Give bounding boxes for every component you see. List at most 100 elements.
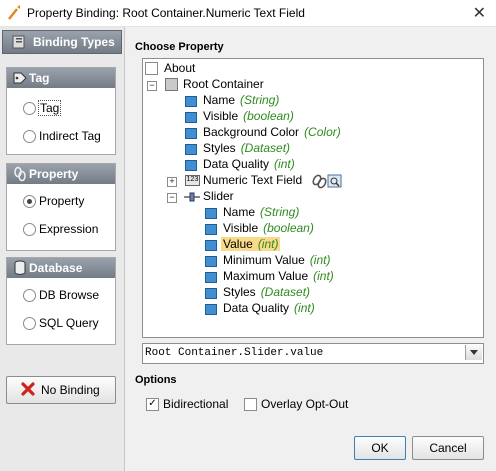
checkbox-checked-icon[interactable]: ✓ bbox=[146, 398, 159, 411]
property-icon bbox=[185, 160, 197, 171]
radio-tag-label: Tag bbox=[38, 100, 62, 116]
property-icon bbox=[205, 240, 217, 251]
binding-types-label: Binding Types bbox=[33, 35, 115, 49]
ok-button[interactable]: OK bbox=[354, 436, 406, 460]
chevron-down-icon[interactable] bbox=[465, 345, 482, 360]
overlay-opt-out-label: Overlay Opt-Out bbox=[261, 397, 349, 411]
red-x-icon bbox=[21, 382, 35, 396]
window-title: Property Binding: Root Container.Numeric… bbox=[27, 6, 305, 20]
root-prop-type: (boolean) bbox=[243, 109, 294, 123]
property-icon bbox=[185, 112, 197, 123]
radio-db-browse-circle[interactable] bbox=[23, 289, 36, 302]
slider-prop-name: Name bbox=[223, 205, 256, 219]
database-icon bbox=[14, 260, 26, 275]
about-page-icon bbox=[145, 62, 158, 75]
slider-prop-name: Styles bbox=[223, 285, 256, 299]
slider-prop-type: (int) bbox=[294, 301, 315, 315]
tree-item-numeric-text-field[interactable]: + 123 Numeric Text Field bbox=[165, 173, 385, 189]
radio-expression-label: Expression bbox=[39, 222, 99, 236]
property-icon bbox=[185, 96, 197, 107]
numeric-text-field-label: Numeric Text Field bbox=[203, 173, 303, 187]
root-container-label: Root Container bbox=[183, 77, 264, 91]
root-collapse-icon[interactable]: − bbox=[147, 81, 157, 91]
no-binding-button[interactable]: No Binding bbox=[6, 376, 116, 404]
radio-property-circle[interactable] bbox=[23, 195, 36, 208]
about-label: About bbox=[164, 61, 196, 75]
choose-property-heading: Choose Property bbox=[135, 41, 224, 53]
radio-expression-circle[interactable] bbox=[23, 223, 36, 236]
slider-prop-name: Value bbox=[223, 237, 253, 251]
binding-link-icon bbox=[312, 174, 342, 189]
radio-indirect-tag-circle[interactable] bbox=[23, 130, 36, 143]
property-icon bbox=[205, 272, 217, 283]
slider-prop-type: (String) bbox=[260, 205, 300, 219]
property-path-value: Root Container.Slider.value bbox=[145, 347, 324, 359]
database-group-title: Database bbox=[29, 261, 83, 275]
radio-sql-query-label: SQL Query bbox=[39, 316, 99, 330]
slider-prop-type: (Dataset) bbox=[260, 285, 311, 299]
slider-prop-name: Minimum Value bbox=[223, 253, 305, 267]
cancel-button[interactable]: Cancel bbox=[412, 436, 484, 460]
root-prop-type: (String) bbox=[240, 93, 280, 107]
tree-item-slider[interactable]: − Slider bbox=[165, 189, 315, 205]
slider-prop-name: Data Quality bbox=[223, 301, 290, 315]
property-group: Property Property Expression bbox=[6, 163, 116, 251]
root-prop-type: (Color) bbox=[304, 125, 341, 139]
property-group-header: Property bbox=[7, 164, 115, 184]
binding-types-header: Binding Types bbox=[2, 30, 122, 54]
root-prop-type: (Dataset) bbox=[240, 141, 291, 155]
radio-indirect-tag-label: Indirect Tag bbox=[39, 129, 101, 143]
tag-icon bbox=[13, 72, 27, 84]
root-prop-name: Background Color bbox=[203, 125, 300, 139]
property-path-dropdown[interactable]: Root Container.Slider.value bbox=[142, 343, 484, 364]
radio-sql-query-circle[interactable] bbox=[23, 317, 36, 330]
radio-property-label: Property bbox=[39, 194, 85, 208]
radio-tag-circle[interactable] bbox=[23, 102, 36, 115]
tree-item-root-container[interactable]: − Root Container bbox=[145, 77, 345, 93]
cancel-label: Cancel bbox=[429, 441, 467, 455]
slider-prop-type: (int) bbox=[313, 269, 334, 283]
property-tree[interactable]: About − Root Container Name (String) Visi… bbox=[142, 58, 484, 338]
slider-prop-type: (int) bbox=[257, 237, 279, 251]
binding-types-icon bbox=[12, 35, 25, 49]
title-bar: Property Binding: Root Container.Numeric… bbox=[0, 0, 496, 27]
tag-group: Tag Tag Indirect Tag bbox=[6, 67, 116, 155]
root-prop-name: Data Quality bbox=[203, 157, 270, 171]
expand-icon[interactable]: + bbox=[167, 177, 177, 187]
property-icon bbox=[185, 144, 197, 155]
tag-group-title: Tag bbox=[29, 71, 50, 85]
root-prop-name: Name bbox=[203, 93, 236, 107]
slider-component-icon bbox=[184, 192, 200, 202]
slider-prop-type: (boolean) bbox=[263, 221, 314, 235]
ok-label: OK bbox=[371, 441, 389, 455]
container-icon bbox=[165, 78, 178, 91]
binding-types-sidebar: Binding Types Tag Tag Indirect Tag Prope… bbox=[0, 27, 125, 471]
slider-prop-type: (int) bbox=[309, 253, 331, 267]
root-prop-name: Visible bbox=[203, 109, 239, 123]
property-icon bbox=[205, 224, 217, 235]
text-field-component-icon: 123 bbox=[185, 175, 200, 186]
property-group-title: Property bbox=[29, 167, 79, 181]
slider-prop-name: Maximum Value bbox=[223, 269, 309, 283]
slider-label: Slider bbox=[203, 189, 234, 203]
no-binding-label: No Binding bbox=[41, 383, 100, 397]
options-heading: Options bbox=[135, 374, 177, 386]
property-icon bbox=[205, 304, 217, 315]
database-group-header: Database bbox=[7, 258, 115, 278]
radio-db-browse-label: DB Browse bbox=[39, 288, 100, 302]
root-prop-type: (int) bbox=[274, 157, 295, 171]
property-icon bbox=[185, 128, 197, 139]
collapse-icon[interactable]: − bbox=[167, 193, 177, 203]
chain-link-icon bbox=[14, 166, 26, 182]
slider-prop-name: Visible bbox=[223, 221, 259, 235]
database-group: Database DB Browse SQL Query bbox=[6, 257, 116, 345]
property-icon bbox=[205, 256, 217, 267]
property-icon bbox=[205, 208, 217, 219]
root-prop-name: Styles bbox=[203, 141, 236, 155]
bidirectional-label: Bidirectional bbox=[163, 397, 229, 411]
tag-group-header: Tag bbox=[7, 68, 115, 88]
property-icon bbox=[205, 288, 217, 299]
binding-wand-icon bbox=[8, 5, 20, 20]
checkbox-icon[interactable] bbox=[244, 398, 257, 411]
close-icon[interactable]: ✕ bbox=[473, 3, 486, 23]
